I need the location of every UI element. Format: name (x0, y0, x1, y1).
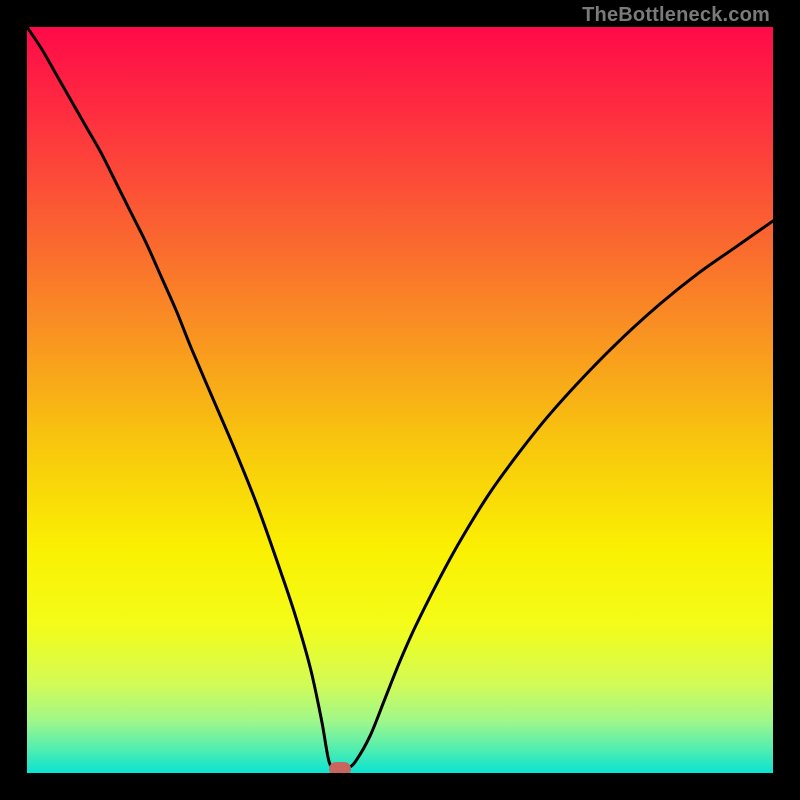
plot-area (27, 27, 773, 773)
watermark-text: TheBottleneck.com (582, 4, 770, 27)
plot-frame: TheBottleneck.com (0, 0, 800, 800)
bottleneck-curve (27, 27, 773, 773)
optimal-marker (329, 762, 351, 773)
